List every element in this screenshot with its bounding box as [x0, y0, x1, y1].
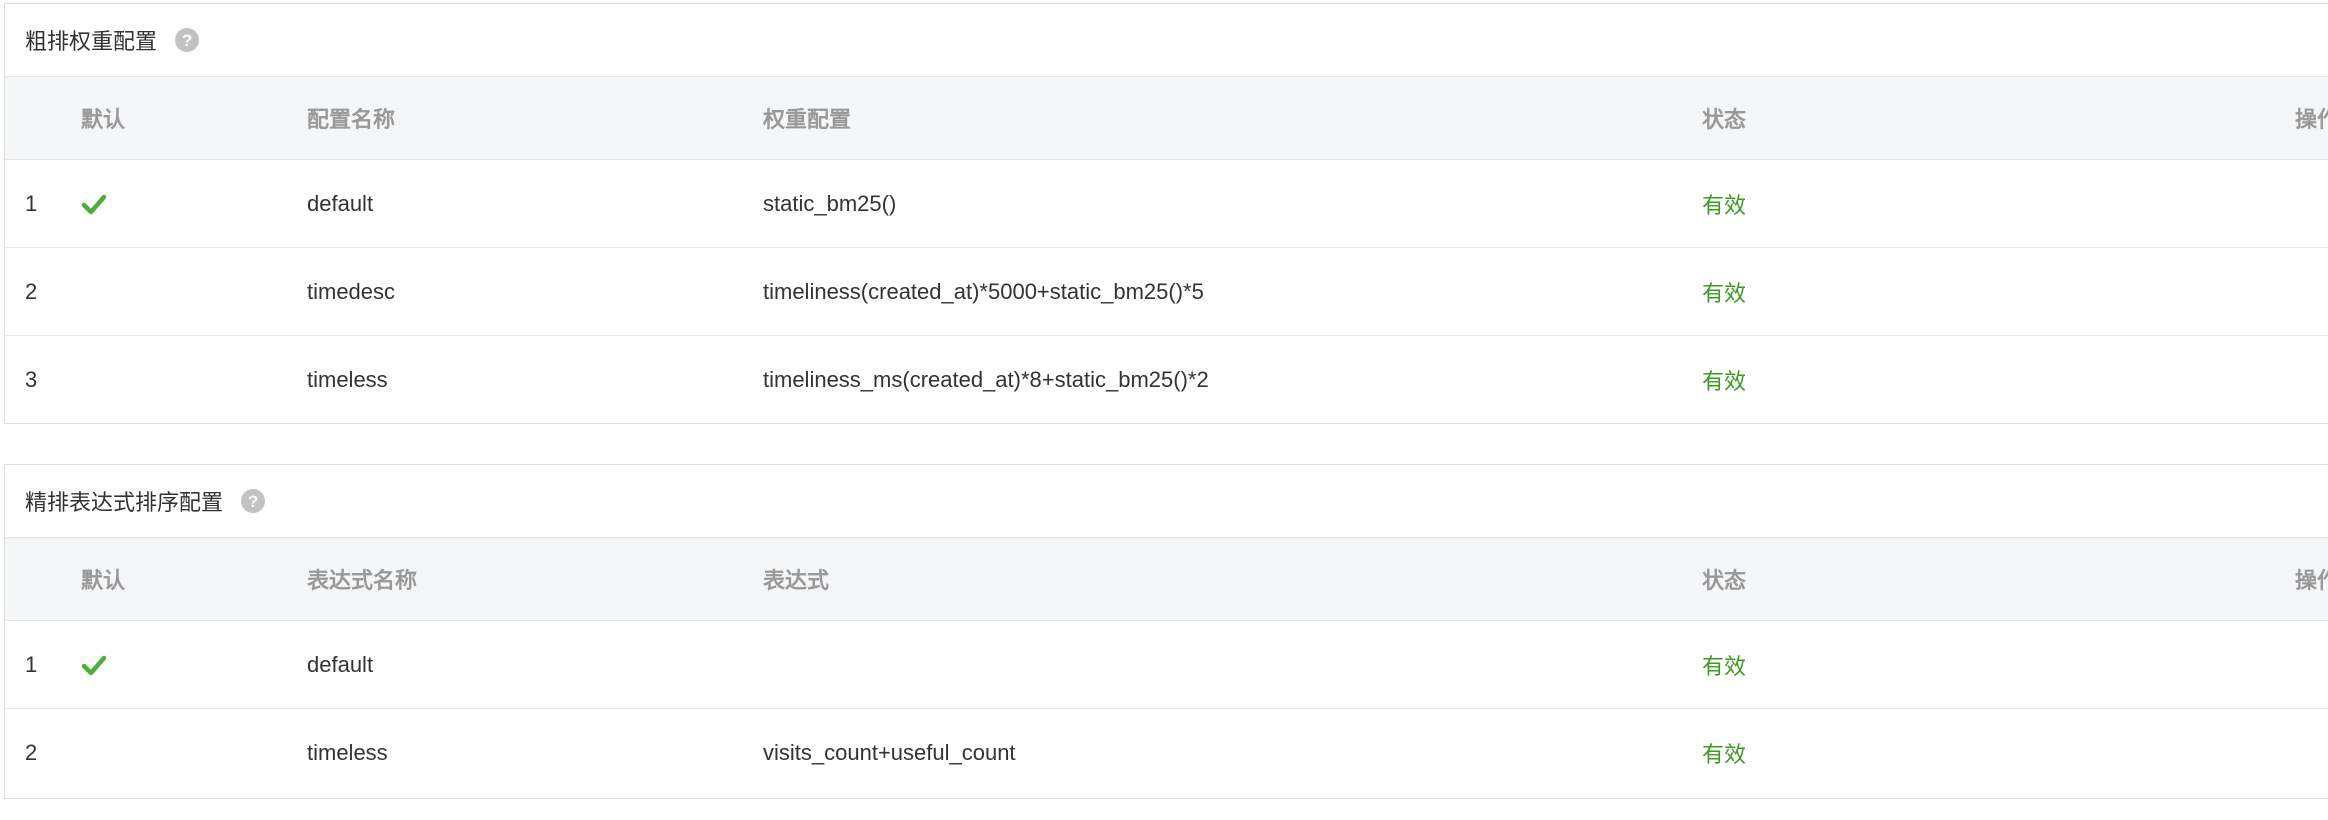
status-badge: 有效	[1702, 192, 1747, 218]
table-header: 默认 配置名称 权重配置 状态 操作	[5, 77, 2328, 160]
panel-title: 精排表达式排序配置	[25, 490, 224, 515]
fine-panel-header: 精排表达式排序配置 ?	[5, 465, 2328, 538]
fine-ranking-panel: 精排表达式排序配置 ? 默认 表达式名称 表达式 状态 操作 1 default…	[4, 464, 2328, 799]
row-index: 3	[25, 366, 38, 392]
status-badge: 有效	[1702, 280, 1747, 306]
status-badge: 有效	[1702, 368, 1747, 394]
column-header-name: 表达式名称	[307, 568, 418, 593]
status-badge: 有效	[1702, 653, 1747, 679]
column-header-state: 状态	[1702, 107, 1747, 132]
status-badge: 有效	[1702, 741, 1747, 767]
row-index: 1	[25, 651, 38, 677]
panel-title: 粗排权重配置	[25, 29, 158, 54]
row-index: 2	[25, 739, 38, 765]
coarse-ranking-panel: 粗排权重配置 ? 默认 配置名称 权重配置 状态 操作 1 default st…	[4, 3, 2328, 424]
column-header-op: 操作	[2295, 568, 2328, 593]
expression: visits_count+useful_count	[763, 739, 1016, 765]
question-circle-icon[interactable]: ?	[241, 489, 266, 513]
table-header: 默认 表达式名称 表达式 状态 操作	[5, 538, 2328, 621]
column-header-expr: 表达式	[763, 568, 830, 593]
table-row: 1 default static_bm25() 有效	[5, 160, 2328, 248]
row-index: 2	[25, 278, 38, 304]
default-check-icon	[81, 160, 107, 247]
config-name: timeless	[307, 366, 388, 392]
table-row: 2 timedesc timeliness(created_at)*5000+s…	[5, 248, 2328, 336]
config-expr: timeliness_ms(created_at)*8+static_bm25(…	[763, 366, 1209, 392]
column-header-default: 默认	[81, 107, 126, 132]
column-header-expr: 权重配置	[763, 107, 852, 132]
row-index: 1	[25, 190, 38, 216]
coarse-panel-header: 粗排权重配置 ?	[5, 4, 2328, 77]
config-name: default	[307, 190, 374, 216]
table-row: 1 default 有效	[5, 621, 2328, 709]
column-header-op: 操作	[2295, 107, 2328, 132]
config-expr: static_bm25()	[763, 190, 897, 216]
column-header-default: 默认	[81, 568, 126, 593]
table-row: 3 timeless timeliness_ms(created_at)*8+s…	[5, 336, 2328, 423]
expression-name: timeless	[307, 739, 388, 765]
config-expr: timeliness(created_at)*5000+static_bm25(…	[763, 278, 1204, 304]
question-circle-icon[interactable]: ?	[175, 28, 200, 52]
default-check-icon	[81, 621, 107, 708]
table-row: 2 timeless visits_count+useful_count 有效	[5, 709, 2328, 796]
config-name: timedesc	[307, 278, 396, 304]
column-header-state: 状态	[1702, 568, 1747, 593]
expression-name: default	[307, 651, 374, 677]
column-header-name: 配置名称	[307, 107, 396, 132]
